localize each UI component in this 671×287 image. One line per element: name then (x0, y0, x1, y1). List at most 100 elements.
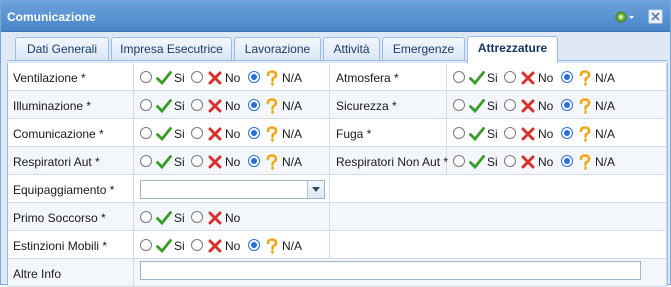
radio-no[interactable] (191, 127, 203, 139)
row2-right-option-na[interactable]: N/A (561, 125, 615, 142)
radio-si[interactable] (140, 99, 152, 111)
radio-na[interactable] (248, 239, 260, 251)
tab-impresa-esecutrice[interactable]: Impresa Esecutrice (111, 37, 232, 61)
option-label-na: N/A (595, 99, 616, 113)
option-label-na: N/A (282, 127, 303, 141)
row0-right-option-si[interactable]: Si (453, 69, 504, 86)
option-label-na: N/A (595, 127, 616, 141)
radio-no[interactable] (504, 71, 516, 83)
tab-lavorazione[interactable]: Lavorazione (234, 37, 321, 61)
row0-left-option-no[interactable]: No (191, 69, 248, 85)
check-icon (469, 155, 485, 170)
option-label-na: N/A (282, 239, 303, 253)
check-icon (469, 127, 485, 142)
row3-left-option-na[interactable]: N/A (248, 153, 302, 170)
row3-right-option-na[interactable]: N/A (561, 153, 615, 170)
question-icon (266, 238, 278, 254)
row0-left-option-na[interactable]: N/A (248, 69, 302, 86)
row1-right-option-no[interactable]: No (504, 97, 561, 113)
estinzioni-option-no[interactable]: No (191, 237, 248, 253)
row3-right-option-si[interactable]: Si (453, 153, 504, 170)
radio-si[interactable] (453, 99, 465, 111)
estinzioni-option-si[interactable]: Si (140, 237, 191, 254)
option-label-si: Si (487, 127, 498, 141)
row1-left-option-no[interactable]: No (191, 97, 248, 113)
radio-no[interactable] (191, 211, 203, 223)
close-button[interactable] (648, 9, 663, 24)
radio-na[interactable] (561, 127, 573, 139)
primo-soccorso-option-si[interactable]: Si (140, 209, 191, 226)
tab-attivita[interactable]: Attività (323, 37, 380, 61)
row2-left-option-si[interactable]: Si (140, 125, 191, 142)
radio-no[interactable] (191, 71, 203, 83)
check-icon (469, 99, 485, 114)
radio-si[interactable] (453, 71, 465, 83)
tab-dati-generali[interactable]: Dati Generali (15, 37, 109, 61)
radio-na[interactable] (561, 155, 573, 167)
row3-left-option-no[interactable]: No (191, 153, 248, 169)
question-icon (579, 70, 591, 86)
estinzioni-option-na[interactable]: N/A (248, 237, 302, 254)
altre-info-input[interactable] (140, 261, 641, 280)
row2-right-option-no[interactable]: No (504, 125, 561, 141)
cross-icon (521, 99, 535, 113)
row3-right-option-no[interactable]: No (504, 153, 561, 169)
radio-na[interactable] (561, 99, 573, 111)
check-icon (156, 99, 172, 114)
gear-icon[interactable] (613, 10, 635, 24)
radio-no[interactable] (191, 99, 203, 111)
form-panel: Ventilazione * Atmosfera * Si No N/A Si No N/A I… (7, 63, 668, 287)
option-label-na: N/A (595, 71, 616, 85)
row2-right-option-si[interactable]: Si (453, 125, 504, 142)
dialog-window: Comunicazione Dati Generali Impresa Esec… (0, 0, 671, 287)
field-label: Sicurezza * (336, 99, 397, 113)
row0-left-option-si[interactable]: Si (140, 69, 191, 86)
radio-si[interactable] (140, 71, 152, 83)
radio-na[interactable] (248, 71, 260, 83)
radio-no[interactable] (191, 239, 203, 251)
option-label-si: Si (174, 127, 185, 141)
cross-icon (208, 127, 222, 141)
option-label-si: Si (487, 99, 498, 113)
row1-right-option-na[interactable]: N/A (561, 97, 615, 114)
question-icon (266, 70, 278, 86)
row0-right-option-na[interactable]: N/A (561, 69, 615, 86)
cross-icon (521, 155, 535, 169)
option-label-no: No (538, 155, 554, 169)
question-icon (266, 154, 278, 170)
row2-left-option-no[interactable]: No (191, 125, 248, 141)
row1-right-option-si[interactable]: Si (453, 97, 504, 114)
radio-no[interactable] (504, 127, 516, 139)
radio-si[interactable] (140, 211, 152, 223)
radio-no[interactable] (504, 155, 516, 167)
empty-cell (330, 175, 667, 203)
option-label-si: Si (174, 239, 185, 253)
row0-right-option-no[interactable]: No (504, 69, 561, 85)
row2-left-option-na[interactable]: N/A (248, 125, 302, 142)
radio-na[interactable] (248, 99, 260, 111)
check-icon (156, 211, 172, 226)
row1-left-option-si[interactable]: Si (140, 97, 191, 114)
radio-si[interactable] (453, 155, 465, 167)
radio-si[interactable] (140, 155, 152, 167)
radio-no[interactable] (191, 155, 203, 167)
radio-si[interactable] (453, 127, 465, 139)
radio-na[interactable] (248, 155, 260, 167)
radio-si[interactable] (140, 239, 152, 251)
radio-na[interactable] (561, 71, 573, 83)
radio-si[interactable] (140, 127, 152, 139)
equipaggiamento-combo[interactable] (140, 180, 325, 199)
field-label: Atmosfera * (336, 71, 399, 85)
radio-no[interactable] (504, 99, 516, 111)
tab-emergenze[interactable]: Emergenze (382, 37, 465, 61)
field-label: Respiratori Non Aut * (336, 155, 449, 169)
row3-left-option-si[interactable]: Si (140, 153, 191, 170)
radio-na[interactable] (248, 127, 260, 139)
tab-attrezzature[interactable]: Attrezzature (467, 36, 558, 63)
question-icon (579, 98, 591, 114)
row1-left-option-na[interactable]: N/A (248, 97, 302, 114)
chevron-down-icon[interactable] (307, 181, 324, 198)
question-icon (579, 154, 591, 170)
check-icon (469, 71, 485, 86)
primo-soccorso-option-no[interactable]: No (191, 209, 248, 225)
